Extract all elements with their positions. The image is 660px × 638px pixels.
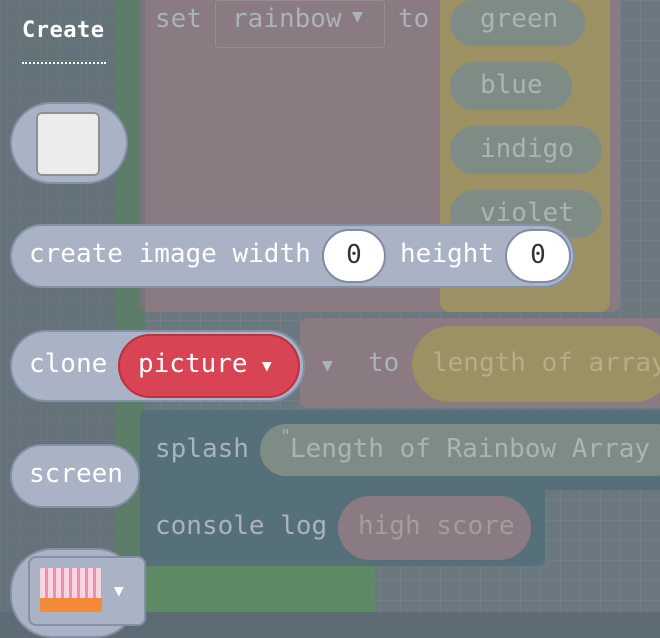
screen-label: screen <box>29 459 123 489</box>
picture-variable-label: picture <box>138 349 248 379</box>
image-preview-swatch[interactable] <box>36 112 100 176</box>
length-of-array-label: length of array <box>432 348 660 378</box>
array-item-indigo-label: indigo <box>480 134 574 164</box>
picture-caret-icon: ▼ <box>262 356 272 375</box>
array-item-green-label: green <box>480 4 559 34</box>
console-log-label: console log <box>155 511 328 541</box>
rainbow-label: rainbow <box>232 4 342 34</box>
thumbnail-stripes <box>40 568 102 598</box>
clone-label: clone <box>29 349 108 379</box>
flyout-title-underline <box>22 62 106 64</box>
set2-to-label: to <box>368 348 400 378</box>
flyout-panel <box>0 0 145 612</box>
splash-label: splash <box>155 434 249 464</box>
splash-text: Length of Rainbow Array <box>290 434 651 464</box>
set-label: set <box>155 4 202 34</box>
height-label: height <box>400 239 494 269</box>
gallery-thumbnail <box>40 568 102 612</box>
set2-caret-icon: ▼ <box>322 355 333 376</box>
green-event-block-foot <box>145 560 375 612</box>
high-score-label: high score <box>358 511 515 541</box>
width-input[interactable]: 0 <box>322 229 386 283</box>
thumbnail-base <box>40 598 102 612</box>
flyout-title: Create <box>22 18 105 43</box>
create-image-label: create image width <box>29 239 311 269</box>
gallery-caret-icon: ▼ <box>114 581 124 600</box>
rainbow-caret-icon: ▼ <box>352 6 363 27</box>
to-label: to <box>398 4 430 34</box>
height-input[interactable]: 0 <box>505 229 571 283</box>
array-item-blue-label: blue <box>480 70 543 100</box>
